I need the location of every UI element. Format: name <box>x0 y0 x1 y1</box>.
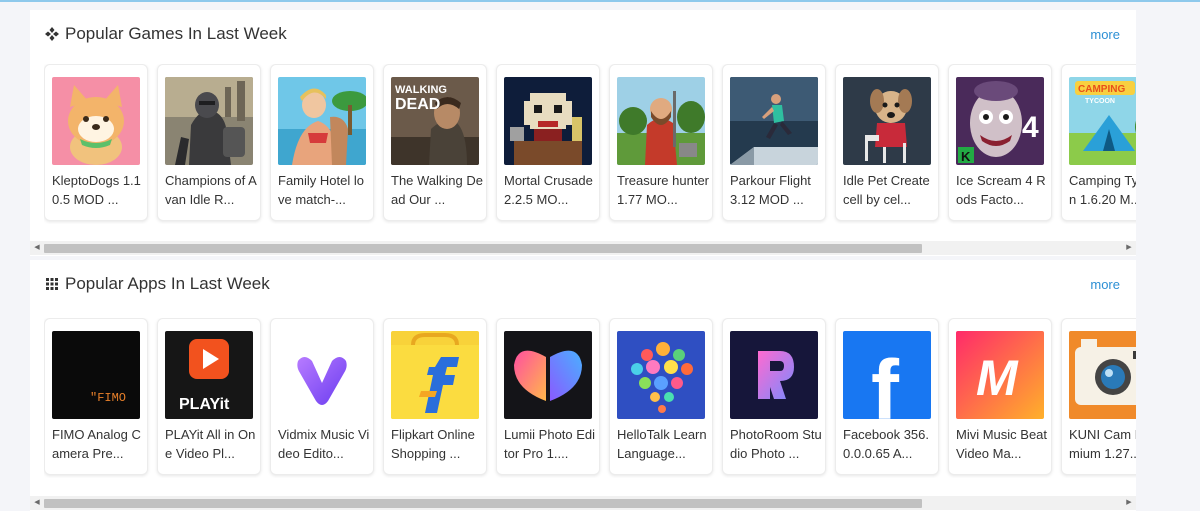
svg-text:f: f <box>871 343 900 419</box>
app-card-mivi[interactable]: M Mivi Music Beat Video Ma... <box>948 318 1052 475</box>
apps-card-strip[interactable]: "FIMO FIMO Analog Camera Pre... PLAYit P… <box>44 318 1136 478</box>
card-name: Idle Pet Create cell by cel... <box>843 173 930 207</box>
lumii-logo-icon <box>504 331 592 419</box>
card-name: KleptoDogs 1.10.5 MOD ... <box>52 173 141 207</box>
facebook-logo-icon: f <box>843 331 931 419</box>
card-name: Mivi Music Beat Video Ma... <box>956 427 1048 461</box>
svg-text:M: M <box>976 350 1019 406</box>
games-card-strip[interactable]: KleptoDogs 1.10.5 MOD ... Champions of A… <box>44 64 1136 224</box>
card-name: Ice Scream 4 Rods Facto... <box>956 173 1046 207</box>
card-name: The Walking Dead Our ... <box>391 173 483 207</box>
svg-text:PLAYit: PLAYit <box>179 396 230 413</box>
app-grid-icon <box>44 276 60 292</box>
app-card-photoroom[interactable]: PhotoRoom Studio Photo ... <box>722 318 826 475</box>
card-name: Camping Tycoon 1.6.20 M... <box>1069 173 1136 207</box>
flipkart-logo-icon <box>391 331 479 419</box>
card-name: Lumii Photo Editor Pro 1.... <box>504 427 596 461</box>
game-card-camping-tycoon[interactable]: CAMPING TYCOON Camping Tycoon 1.6.20 M..… <box>1061 64 1136 221</box>
app-card-kuni-cam[interactable]: KUNI Cam Premium 1.27... <box>1061 318 1136 475</box>
more-games-link[interactable]: more <box>1090 27 1120 42</box>
more-apps-link[interactable]: more <box>1090 277 1120 292</box>
fimo-logo-icon: "FIMO <box>52 331 140 419</box>
photoroom-logo-icon <box>730 331 818 419</box>
card-name: KUNI Cam Premium 1.27... <box>1069 427 1136 461</box>
game-card-idle-pet[interactable]: Idle Pet Create cell by cel... <box>835 64 939 221</box>
scroll-left-arrow-icon[interactable]: ◀ <box>30 241 44 255</box>
gamepad-icon <box>44 26 60 42</box>
svg-text:4: 4 <box>1022 111 1039 144</box>
beach-couple-icon <box>278 77 366 165</box>
svg-text:CAMPING: CAMPING <box>1078 84 1125 95</box>
card-name: Vidmix Music Video Edito... <box>278 427 370 461</box>
top-accent-line <box>0 0 1200 2</box>
card-name: Facebook 356.0.0.0.65 A... <box>843 427 930 461</box>
svg-text:DEAD: DEAD <box>395 96 440 113</box>
section-title: Popular Games In Last Week <box>65 24 287 43</box>
game-card-mortal-crusade[interactable]: Mortal Crusade 2.2.5 MO... <box>496 64 600 221</box>
app-card-flipkart[interactable]: Flipkart Online Shopping ... <box>383 318 487 475</box>
vidmix-logo-icon <box>278 331 366 419</box>
section-header: Popular Apps In Last Week <box>44 273 270 295</box>
card-name: FIMO Analog Camera Pre... <box>52 427 141 461</box>
puppy-icon <box>843 77 931 165</box>
game-card-treasure-hunter[interactable]: Treasure hunter 1.77 MO... <box>609 64 713 221</box>
card-name: Treasure hunter 1.77 MO... <box>617 173 709 207</box>
game-card-walking-dead[interactable]: WALKING DEAD The Walking Dead Our ... <box>383 64 487 221</box>
card-name: Mortal Crusade 2.2.5 MO... <box>504 173 593 207</box>
treasure-hunter-icon <box>617 77 705 165</box>
scroll-left-arrow-icon[interactable]: ◀ <box>30 496 44 510</box>
shiba-dog-icon <box>52 77 140 165</box>
game-card-parkour-flight[interactable]: Parkour Flight 3.12 MOD ... <box>722 64 826 221</box>
card-name: Family Hotel love match-... <box>278 173 364 207</box>
svg-text:WALKING: WALKING <box>395 84 447 96</box>
mivi-logo-icon: M <box>956 331 1044 419</box>
armored-knight-icon <box>165 77 253 165</box>
game-card-family-hotel[interactable]: Family Hotel love match-... <box>270 64 374 221</box>
playit-logo-icon: PLAYit <box>165 331 253 419</box>
card-name: Flipkart Online Shopping ... <box>391 427 475 461</box>
parkour-runner-icon <box>730 77 818 165</box>
hellotalk-logo-icon <box>617 331 705 419</box>
app-card-playit[interactable]: PLAYit PLAYit All in One Video Pl... <box>157 318 261 475</box>
scroll-right-arrow-icon[interactable]: ▶ <box>1122 241 1136 255</box>
ice-cream-villain-icon: 4 K <box>956 77 1044 165</box>
pixel-skull-icon <box>504 77 592 165</box>
walking-dead-logo-icon: WALKING DEAD <box>391 77 479 165</box>
app-card-hellotalk[interactable]: HelloTalk Learn Language... <box>609 318 713 475</box>
game-card-kleptodogs[interactable]: KleptoDogs 1.10.5 MOD ... <box>44 64 148 221</box>
scroll-thumb[interactable] <box>44 244 922 253</box>
popular-apps-panel: Popular Apps In Last Week more "FIMO FIM… <box>30 260 1136 511</box>
game-card-ice-scream[interactable]: 4 K Ice Scream 4 Rods Facto... <box>948 64 1052 221</box>
app-card-lumii[interactable]: Lumii Photo Editor Pro 1.... <box>496 318 600 475</box>
scroll-thumb[interactable] <box>44 499 922 508</box>
card-name: Parkour Flight 3.12 MOD ... <box>730 173 811 207</box>
kuni-cam-logo-icon <box>1069 331 1136 419</box>
card-name: PhotoRoom Studio Photo ... <box>730 427 822 461</box>
svg-text:TYCOON: TYCOON <box>1085 98 1115 105</box>
camping-tent-icon: CAMPING TYCOON <box>1069 77 1136 165</box>
card-name: PLAYit All in One Video Pl... <box>165 427 256 461</box>
apps-horizontal-scrollbar[interactable]: ◀ ▶ <box>30 496 1136 510</box>
app-card-fimo[interactable]: "FIMO FIMO Analog Camera Pre... <box>44 318 148 475</box>
section-title: Popular Apps In Last Week <box>65 274 270 293</box>
game-card-champions[interactable]: Champions of Avan Idle R... <box>157 64 261 221</box>
svg-text:K: K <box>961 149 971 164</box>
app-card-vidmix[interactable]: Vidmix Music Video Edito... <box>270 318 374 475</box>
app-card-facebook[interactable]: f Facebook 356.0.0.0.65 A... <box>835 318 939 475</box>
popular-games-panel: Popular Games In Last Week more KleptoDo… <box>30 10 1136 256</box>
games-horizontal-scrollbar[interactable]: ◀ ▶ <box>30 241 1136 255</box>
card-name: HelloTalk Learn Language... <box>617 427 707 461</box>
scroll-right-arrow-icon[interactable]: ▶ <box>1122 496 1136 510</box>
section-header: Popular Games In Last Week <box>44 23 287 45</box>
svg-text:"FIMO: "FIMO <box>90 391 126 405</box>
card-name: Champions of Avan Idle R... <box>165 173 257 207</box>
